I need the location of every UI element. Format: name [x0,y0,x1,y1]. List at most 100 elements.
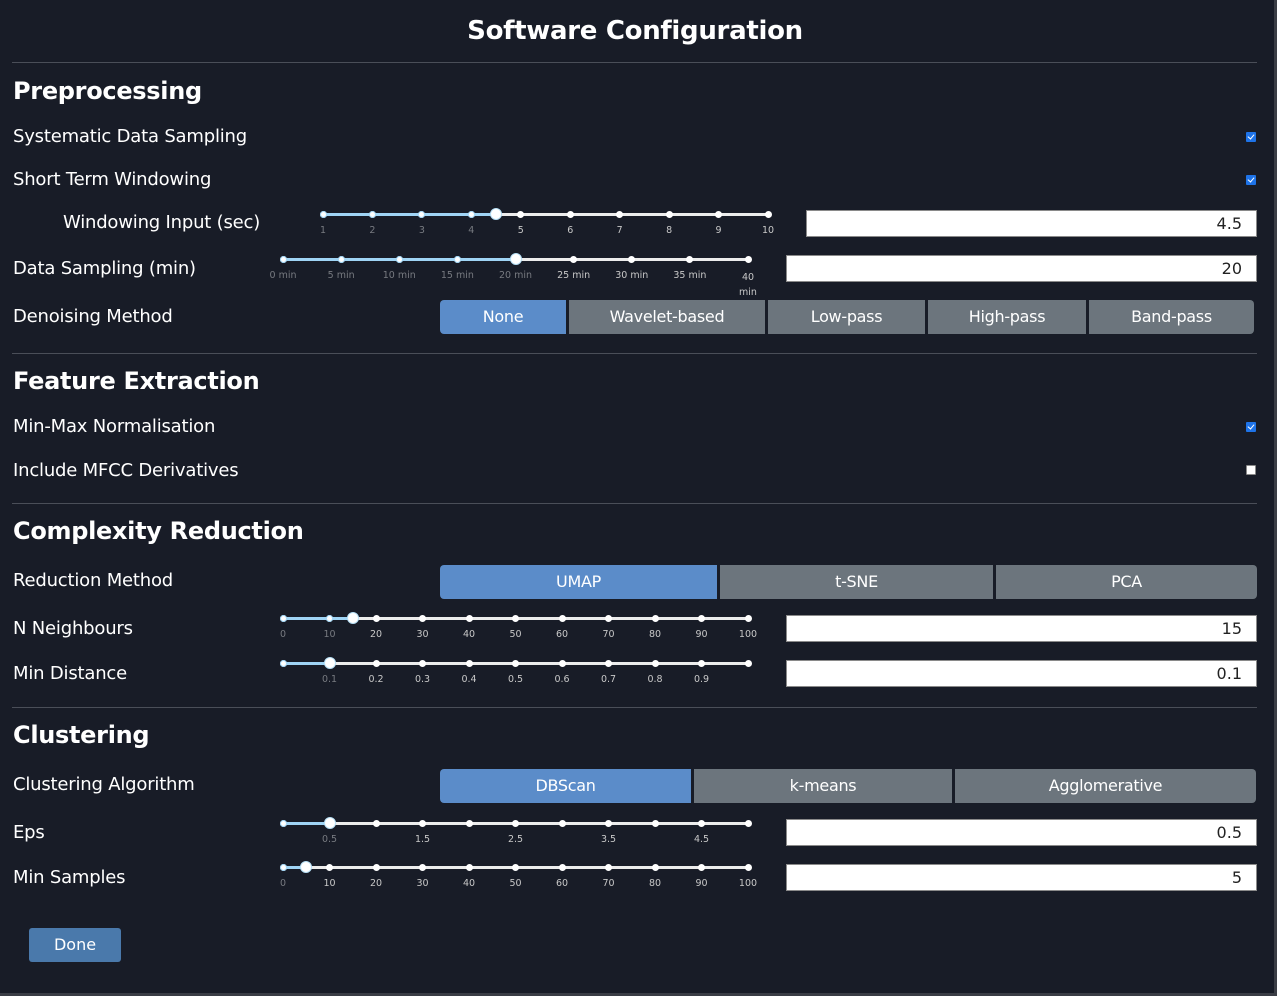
slider-step-dot [651,820,659,827]
slider-tick-label: 10 [323,629,336,640]
slider-tick-label: 70 [602,878,615,889]
option-low-pass[interactable]: Low-pass [768,300,925,334]
slider-step-dot [698,864,705,871]
minmax-normalisation-checkbox[interactable] [1246,422,1256,432]
slider-step-dot [570,256,578,263]
reduction-method-selector: UMAP t-SNE PCA [440,565,1257,599]
data-sampling-label: Data Sampling (min) [13,258,196,279]
slider-fill [283,662,330,665]
systematic-sampling-checkbox[interactable] [1246,132,1256,142]
min-distance-field[interactable]: 0.1 [786,660,1257,687]
option-dbscan[interactable]: DBScan [440,769,691,803]
section-title-complexity-reduction: Complexity Reduction [13,517,304,545]
slider-tick-label: 0 min [269,270,297,281]
slider-step-dot [558,615,566,622]
slider-tick-label: 6 [567,225,574,236]
slider-step-dot [326,864,333,871]
divider [12,62,1257,63]
slider-step-dot [764,211,772,218]
min-samples-slider[interactable]: 0 10 20 30 40 50 60 70 80 90 100 [279,861,757,894]
n-neighbours-label: N Neighbours [13,618,133,639]
slider-tick-label: 0.9 [693,674,710,685]
slider-handle[interactable] [509,253,522,265]
slider-tick-label: 10 [761,225,775,236]
slider-step-dot [467,211,475,218]
slider-handle[interactable] [300,861,313,873]
slider-step-dot [453,256,461,263]
option-band-pass[interactable]: Band-pass [1089,300,1254,334]
slider-handle[interactable] [323,817,336,829]
slider-step-dot [465,864,473,871]
clustering-algorithm-selector: DBScan k-means Agglomerative [440,769,1256,803]
data-sampling-slider[interactable]: 0 min 5 min 10 min 15 min 20 min 25 min 30 min… [270,253,757,298]
reduction-method-label: Reduction Method [13,570,174,591]
slider-step-dot [465,660,473,667]
clustering-algorithm-label: Clustering Algorithm [13,774,195,795]
option-k-means[interactable]: k-means [694,769,952,803]
slider-tick-label: 0.1 [321,674,338,685]
slider-tick-label: 10 [323,878,336,889]
slider-tick-label: 100 [738,629,758,640]
n-neighbours-slider[interactable]: 0 10 20 30 40 50 60 70 80 90 100 [279,612,757,645]
short-term-windowing-checkbox[interactable] [1246,175,1256,185]
slider-step-dot [279,820,287,827]
slider-step-dot [279,864,287,871]
slider-step-dot [558,864,566,871]
slider-tick-label: 50 [509,629,522,640]
option-high-pass[interactable]: High-pass [928,300,1086,334]
option-none[interactable]: None [440,300,566,334]
divider [12,353,1257,354]
slider-step-dot [418,211,426,218]
slider-tick-label: 50 [509,878,522,889]
slider-step-dot [465,615,473,622]
slider-tick-label: 3 [418,225,425,236]
slider-handle[interactable] [346,612,359,624]
slider-step-dot [419,820,426,827]
option-wavelet-based[interactable]: Wavelet-based [569,300,765,334]
option-pca[interactable]: PCA [996,565,1257,599]
slider-tick-label: 4.5 [693,834,710,845]
slider-handle[interactable] [490,208,503,220]
min-distance-slider[interactable]: 0.1 0.2 0.3 0.4 0.5 0.6 0.7 0.8 0.9 [279,657,752,690]
n-neighbours-field[interactable]: 15 [786,615,1257,642]
slider-tick-label: 0.6 [554,674,570,685]
slider-step-dot [605,660,612,667]
slider-step-dot [686,256,694,263]
eps-slider[interactable]: 0.5 1.5 2.5 3.5 4.5 [279,817,752,850]
slider-step-dot [517,211,525,218]
slider-tick-label: 0.7 [600,674,617,685]
mfcc-derivatives-checkbox[interactable] [1246,465,1256,475]
slider-tick-label: 20 [369,629,383,640]
slider-step-dot [616,211,624,218]
minmax-normalisation-label: Min-Max Normalisation [13,416,216,437]
slider-step-dot [744,660,752,667]
option-agglomerative[interactable]: Agglomerative [955,769,1256,803]
slider-handle[interactable] [323,657,336,669]
slider-step-dot [558,660,566,667]
slider-tick-label: 20 min [498,270,533,281]
windowing-input-field[interactable]: 4.5 [806,210,1257,237]
slider-step-dot [605,615,612,622]
section-title-preprocessing: Preprocessing [13,77,202,105]
slider-tick-label: 4 [468,225,475,236]
slider-step-dot [744,864,752,871]
slider-step-dot [395,256,403,263]
slider-tick-label: 0 [279,629,287,640]
min-samples-field[interactable]: 5 [786,864,1257,891]
windowing-input-label: Windowing Input (sec) [63,212,261,233]
windowing-input-slider[interactable]: 1 2 3 4 5 6 7 8 9 10 [319,208,774,241]
min-distance-label: Min Distance [13,663,127,684]
slider-step-dot [698,615,705,622]
slider-step-dot [698,660,705,667]
slider-tick-label: 40 [462,878,476,889]
short-term-windowing-label: Short Term Windowing [13,169,212,190]
option-umap[interactable]: UMAP [440,565,717,599]
eps-label: Eps [13,822,45,843]
option-t-sne[interactable]: t-SNE [720,565,993,599]
done-button[interactable]: Done [29,928,121,962]
min-samples-label: Min Samples [13,867,126,888]
eps-field[interactable]: 0.5 [786,819,1257,846]
slider-tick-label: 40 min [739,272,757,298]
data-sampling-field[interactable]: 20 [786,255,1257,282]
slider-step-dot [665,211,673,218]
